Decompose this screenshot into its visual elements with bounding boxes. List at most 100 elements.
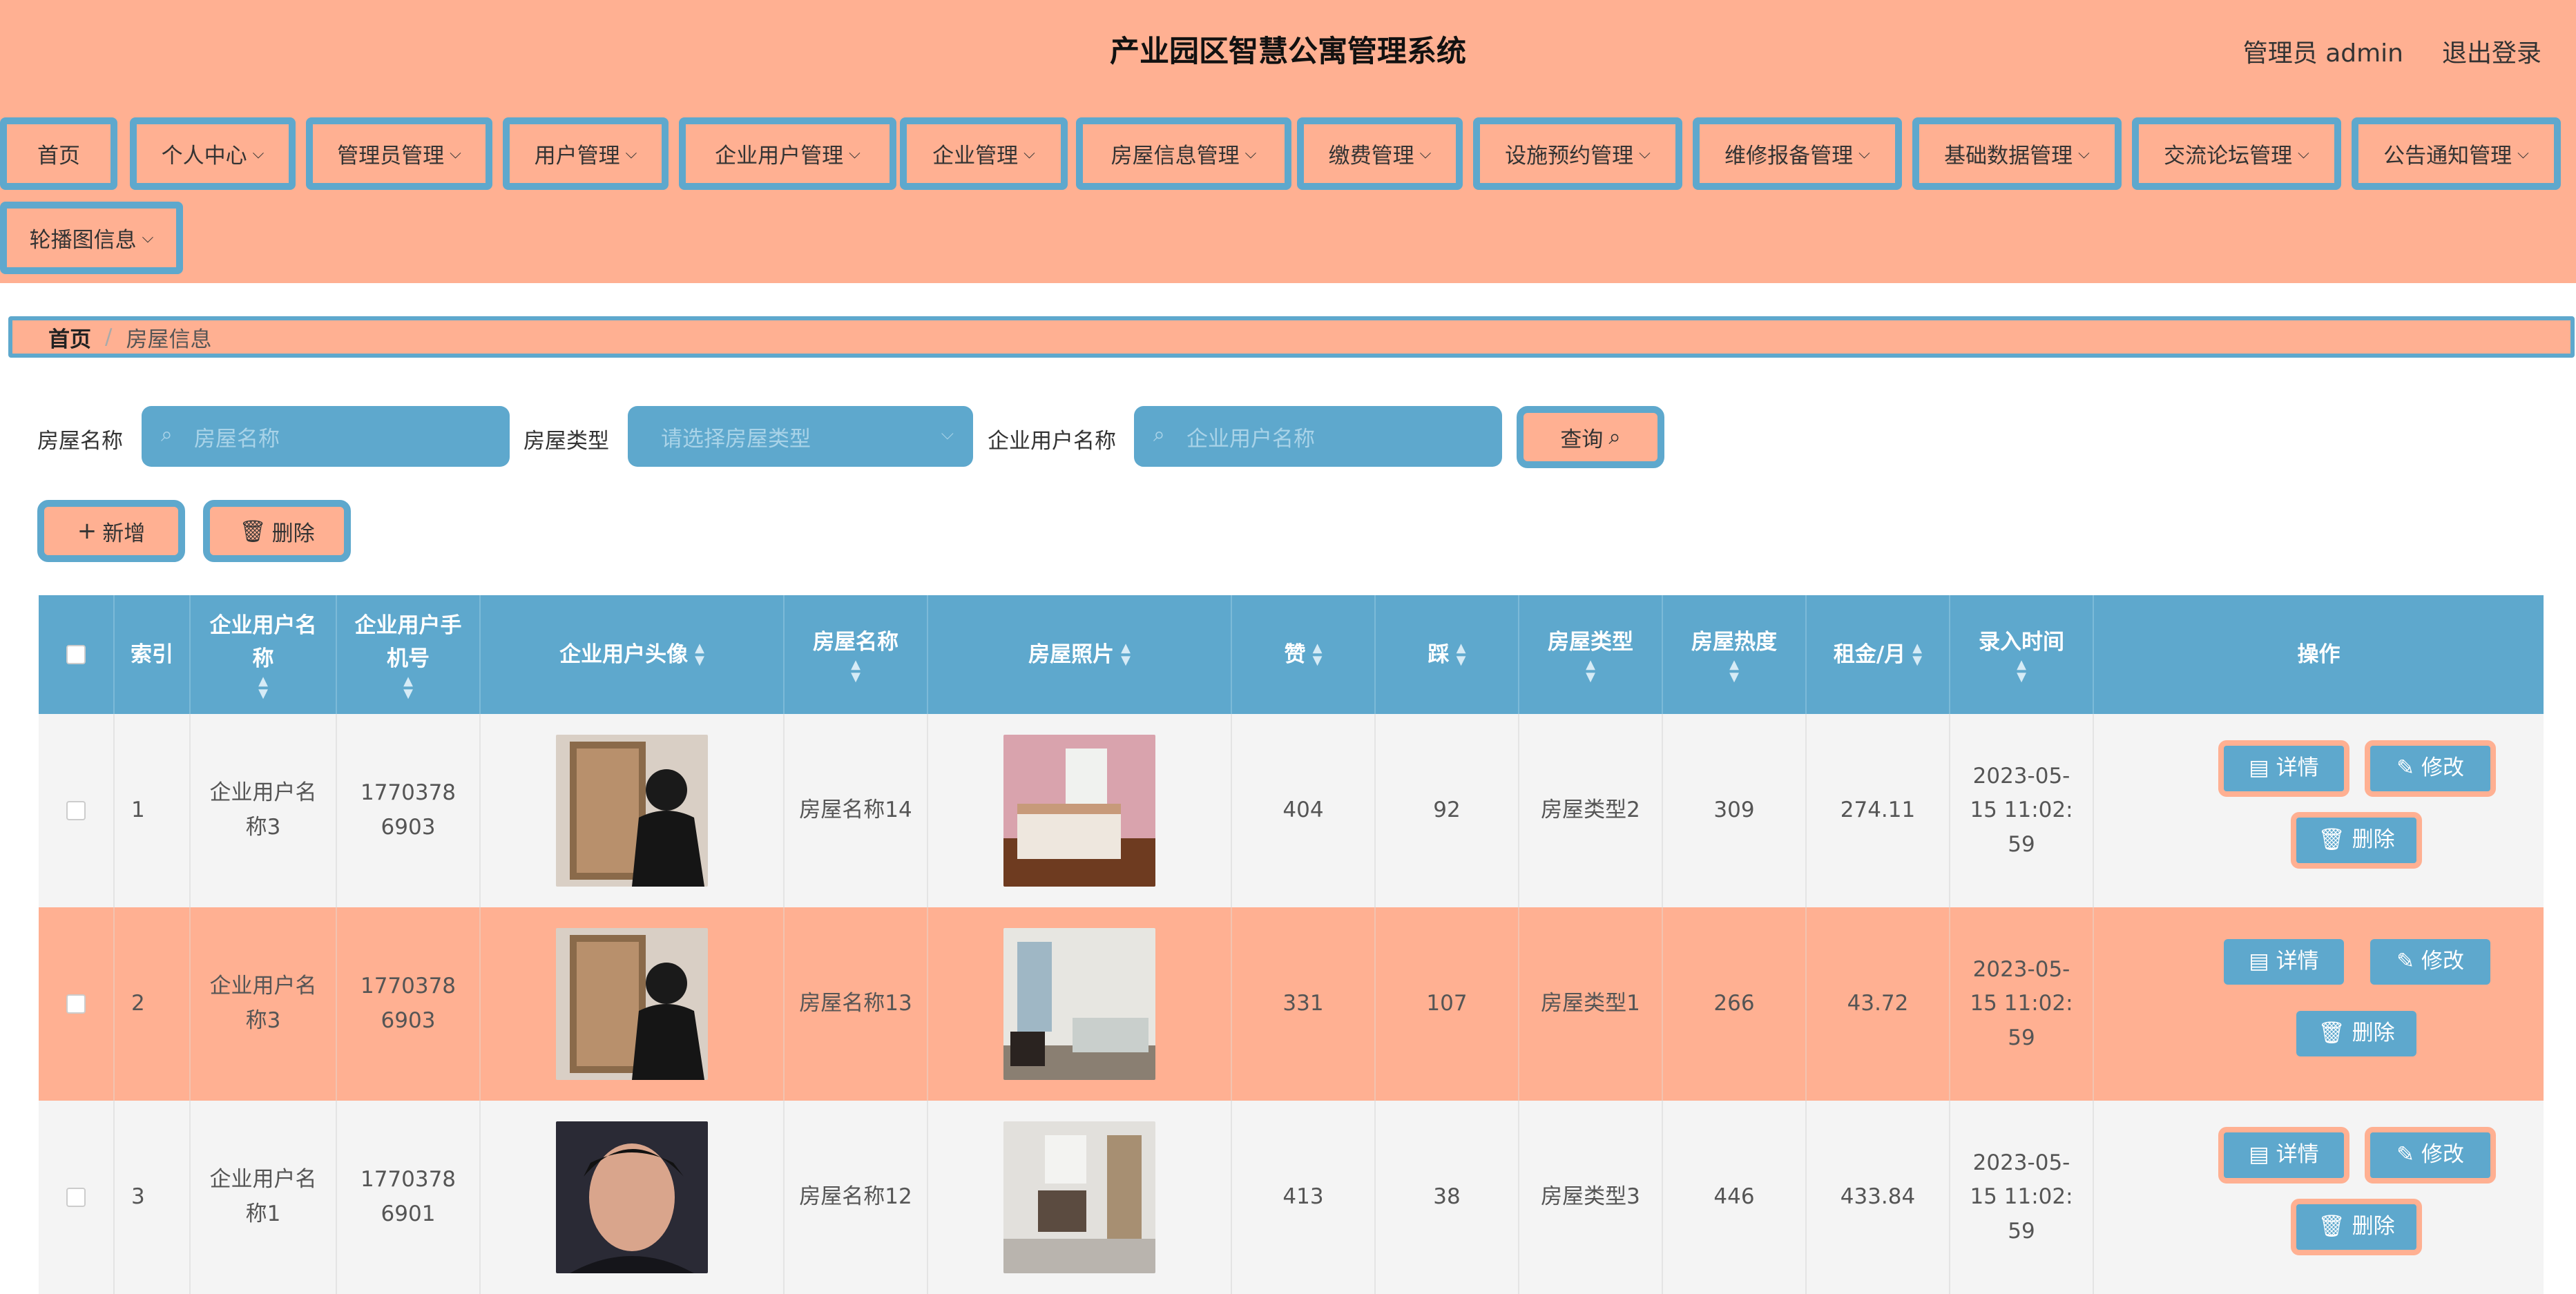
user-avatar-image[interactable]: [556, 928, 708, 1080]
header-house-type[interactable]: 房屋类型 ▲ ▼: [1519, 595, 1663, 714]
row-checkbox[interactable]: [66, 994, 86, 1014]
cell-house-heat: 309: [1663, 714, 1807, 907]
row-delete-button[interactable]: 🗑 删除: [2291, 812, 2422, 869]
house-name-input[interactable]: ⌕ 房屋名称: [142, 406, 510, 467]
header-label: 租金/月: [1833, 641, 1906, 667]
cell-user-avatar: [481, 714, 785, 907]
chevron-down-icon: ⌵: [142, 229, 154, 247]
logout-link[interactable]: 退出登录: [2442, 33, 2541, 69]
house-photo-image[interactable]: [1003, 735, 1155, 887]
house-photo-image[interactable]: [1003, 1121, 1155, 1273]
cell-house-type: 房屋类型3: [1519, 1101, 1663, 1294]
chevron-down-icon: ⌵: [1244, 145, 1257, 162]
sort-icon[interactable]: ▲ ▼: [1457, 642, 1466, 667]
cell-cai: 107: [1376, 907, 1519, 1101]
sort-icon[interactable]: ▲ ▼: [403, 675, 413, 700]
nav-base-data[interactable]: 基础数据管理 ⌵: [1912, 117, 2122, 190]
header-house-heat[interactable]: 房屋热度 ▲ ▼: [1663, 595, 1807, 714]
document-icon: ▤: [2249, 755, 2269, 781]
nav-personal-center[interactable]: 个人中心 ⌵: [130, 117, 296, 190]
sort-icon[interactable]: ▲ ▼: [258, 675, 268, 700]
chevron-down-icon: ⌵: [1419, 145, 1432, 162]
trash-icon: 🗑: [2318, 827, 2345, 853]
cell-house-heat: 266: [1663, 907, 1807, 1101]
cell-operations: ▤ 详情 ✎ 修改 🗑 删除: [2094, 907, 2544, 1101]
trash-icon: 🗑: [239, 519, 267, 544]
header-label: 索引: [131, 641, 173, 667]
sort-icon[interactable]: ▲ ▼: [1121, 642, 1131, 667]
cell-house-heat: 446: [1663, 1101, 1807, 1294]
header-user-name[interactable]: 企业用户名称 ▲ ▼: [191, 595, 337, 714]
edit-button[interactable]: ✎ 修改: [2365, 740, 2496, 797]
edit-label: 修改: [2421, 1142, 2464, 1168]
header-user-phone[interactable]: 企业用户手机号 ▲ ▼: [337, 595, 481, 714]
cell-index: 1: [115, 714, 191, 907]
user-avatar-image[interactable]: [556, 735, 708, 887]
sort-icon[interactable]: ▲ ▼: [1912, 642, 1922, 667]
header-created-time[interactable]: 录入时间 ▲ ▼: [1950, 595, 2094, 714]
app-title: 产业园区智慧公寓管理系统: [1110, 35, 1466, 69]
cell-created-time: 2023-05-15 11:02:59: [1950, 714, 2094, 907]
cell-index: 3: [115, 1101, 191, 1294]
chevron-down-icon: ⌵: [450, 145, 461, 162]
nav-label: 首页: [37, 144, 80, 168]
detail-button[interactable]: ▤ 详情: [2218, 1127, 2349, 1184]
house-type-select[interactable]: 请选择房屋类型 ⌵: [628, 406, 973, 467]
nav-label: 企业用户管理: [715, 144, 844, 168]
sort-icon[interactable]: ▲ ▼: [1729, 659, 1739, 684]
header-user-avatar[interactable]: 企业用户头像 ▲ ▼: [481, 595, 785, 714]
house-name-placeholder: 房屋名称: [194, 426, 280, 452]
nav-enterprise-user-management[interactable]: 企业用户管理 ⌵: [679, 117, 896, 190]
header-house-photo[interactable]: 房屋照片 ▲ ▼: [928, 595, 1232, 714]
cell-house-name: 房屋名称12: [785, 1101, 928, 1294]
sort-icon[interactable]: ▲ ▼: [695, 642, 704, 667]
sort-icon[interactable]: ▲ ▼: [851, 659, 861, 684]
nav-home[interactable]: 首页: [0, 117, 117, 190]
breadcrumb-home[interactable]: 首页: [48, 322, 91, 353]
cell-user-phone: 17703786903: [337, 714, 481, 907]
nav-facility-booking[interactable]: 设施预约管理 ⌵: [1473, 117, 1682, 190]
nav-notice-management[interactable]: 公告通知管理 ⌵: [2352, 117, 2561, 190]
document-icon: ▤: [2249, 1142, 2269, 1168]
nav-enterprise-management[interactable]: 企业管理 ⌵: [900, 117, 1068, 190]
cell-house-photo: [928, 1101, 1232, 1294]
nav-house-management[interactable]: 房屋信息管理 ⌵: [1076, 117, 1291, 190]
batch-delete-button[interactable]: 🗑 删除: [203, 500, 351, 562]
nav-repair-management[interactable]: 维修报备管理 ⌵: [1693, 117, 1902, 190]
select-all-checkbox[interactable]: [66, 645, 86, 664]
enterprise-user-input[interactable]: ⌕ 企业用户名称: [1134, 406, 1502, 467]
sort-icon[interactable]: ▲ ▼: [1313, 642, 1323, 667]
edit-icon: ✎: [2396, 949, 2414, 974]
header-rent[interactable]: 租金/月 ▲ ▼: [1807, 595, 1950, 714]
header-zan[interactable]: 赞 ▲ ▼: [1232, 595, 1376, 714]
sort-icon[interactable]: ▲ ▼: [2017, 659, 2026, 684]
document-icon: ▤: [2249, 949, 2269, 974]
row-delete-button[interactable]: 🗑 删除: [2291, 1199, 2422, 1255]
add-label: 新增: [102, 521, 146, 546]
nav-forum-management[interactable]: 交流论坛管理 ⌵: [2132, 117, 2341, 190]
delete-label: 删除: [2352, 1214, 2395, 1239]
row-delete-button[interactable]: 🗑 删除: [2296, 1011, 2416, 1056]
user-avatar-image[interactable]: [556, 1121, 708, 1273]
sort-icon[interactable]: ▲ ▼: [1586, 659, 1595, 684]
header-cai[interactable]: 踩 ▲ ▼: [1376, 595, 1519, 714]
house-photo-image[interactable]: [1003, 928, 1155, 1080]
cell-rent: 43.72: [1807, 907, 1950, 1101]
nav-user-management[interactable]: 用户管理 ⌵: [503, 117, 669, 190]
cell-zan: 404: [1232, 714, 1376, 907]
query-button[interactable]: 查询 ⌕: [1517, 406, 1664, 468]
cell-house-type: 房屋类型2: [1519, 714, 1663, 907]
add-button[interactable]: + 新增: [37, 500, 185, 562]
nav-payment-management[interactable]: 缴费管理 ⌵: [1297, 117, 1463, 190]
nav-carousel[interactable]: 轮播图信息 ⌵: [0, 202, 183, 274]
detail-button[interactable]: ▤ 详情: [2224, 939, 2344, 985]
table-row: 3 企业用户名称1 17703786901 房屋名称12 413 38 房屋类型…: [39, 1101, 2544, 1294]
edit-button[interactable]: ✎ 修改: [2370, 939, 2490, 985]
header-house-name[interactable]: 房屋名称 ▲ ▼: [785, 595, 928, 714]
detail-button[interactable]: ▤ 详情: [2218, 740, 2349, 797]
row-checkbox[interactable]: [66, 1188, 86, 1207]
nav-label: 缴费管理: [1328, 144, 1414, 168]
nav-admin-management[interactable]: 管理员管理 ⌵: [306, 117, 492, 190]
row-checkbox[interactable]: [66, 801, 86, 820]
edit-button[interactable]: ✎ 修改: [2365, 1127, 2496, 1184]
